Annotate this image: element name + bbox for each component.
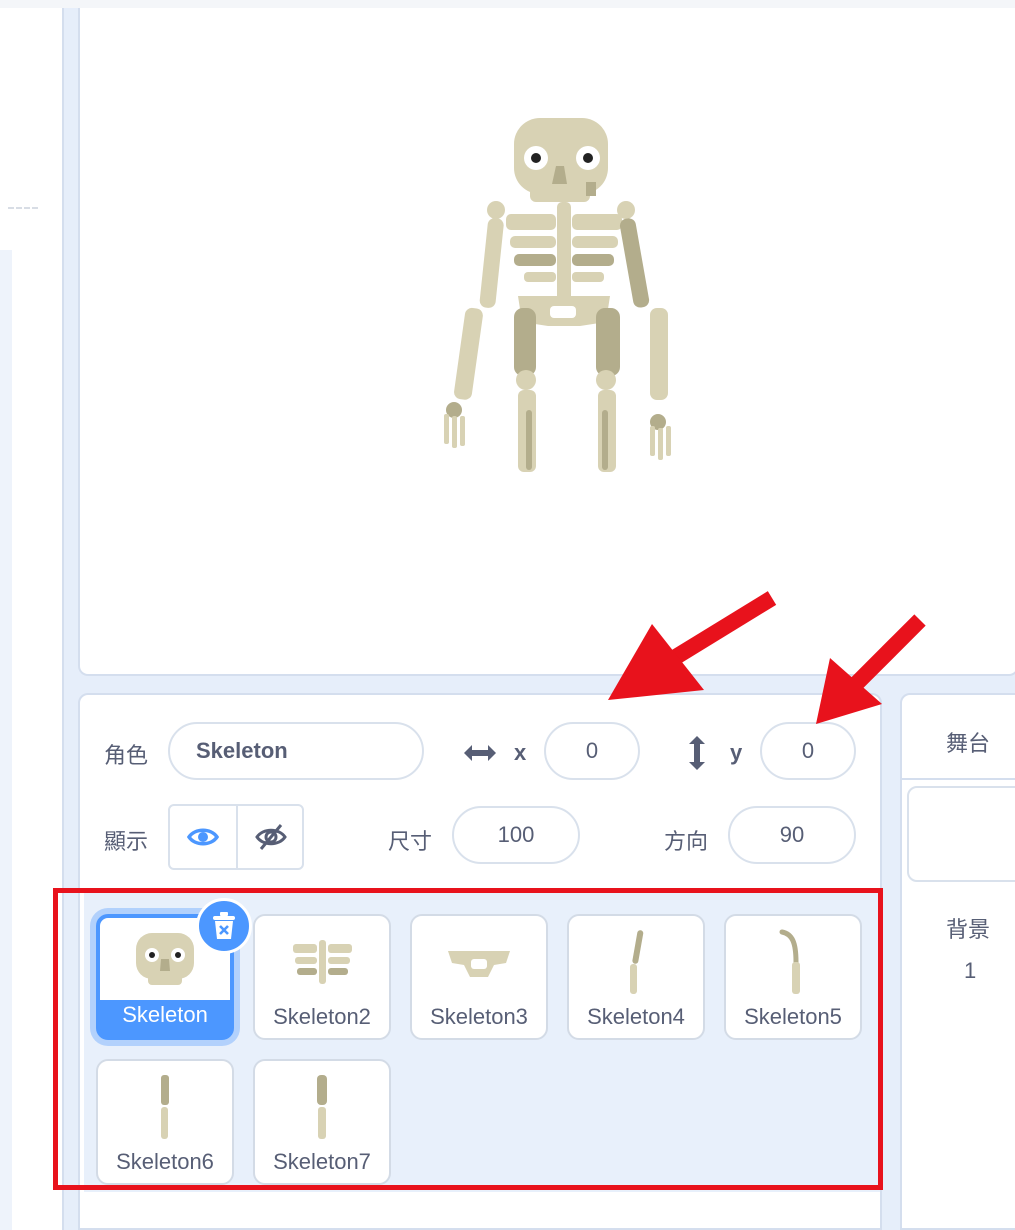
annotation-arrow-y	[816, 614, 926, 724]
visibility-toggle	[168, 804, 304, 870]
horizontal-arrow-icon	[464, 745, 496, 761]
vertical-arrow-icon	[689, 736, 705, 770]
dashed-divider	[8, 207, 38, 209]
stage-title: 舞台	[946, 731, 991, 756]
sprite-label: 角色	[104, 743, 149, 768]
direction-input[interactable]: 90	[728, 806, 856, 864]
x-label: x	[514, 740, 527, 765]
x-position-input[interactable]: 0	[544, 722, 640, 780]
show-sprite-button[interactable]	[170, 806, 236, 868]
direction-label: 方向	[664, 829, 709, 854]
annotation-arrow-x	[608, 591, 777, 700]
y-position-input[interactable]: 0	[760, 722, 856, 780]
eye-icon	[187, 828, 219, 846]
backdrops-count: 1	[964, 958, 977, 983]
stage-thumbnail[interactable]	[907, 786, 1015, 882]
y-label: y	[730, 740, 743, 765]
show-label: 顯示	[104, 829, 149, 854]
stage-header-divider	[900, 778, 1015, 780]
backdrops-label: 背景	[946, 917, 991, 942]
top-edge	[0, 0, 1015, 8]
annotation-highlight-box	[53, 888, 883, 1190]
size-input[interactable]: 100	[452, 806, 580, 864]
code-area-scroll-track	[0, 250, 12, 1230]
sprite-name-input[interactable]: Skeleton	[168, 722, 424, 780]
skeleton-sprite-on-stage[interactable]	[430, 110, 690, 480]
eye-slash-icon	[255, 824, 287, 850]
size-label: 尺寸	[388, 829, 433, 854]
stage-selector-pane[interactable]	[900, 693, 1015, 1230]
hide-sprite-button[interactable]	[238, 806, 304, 868]
